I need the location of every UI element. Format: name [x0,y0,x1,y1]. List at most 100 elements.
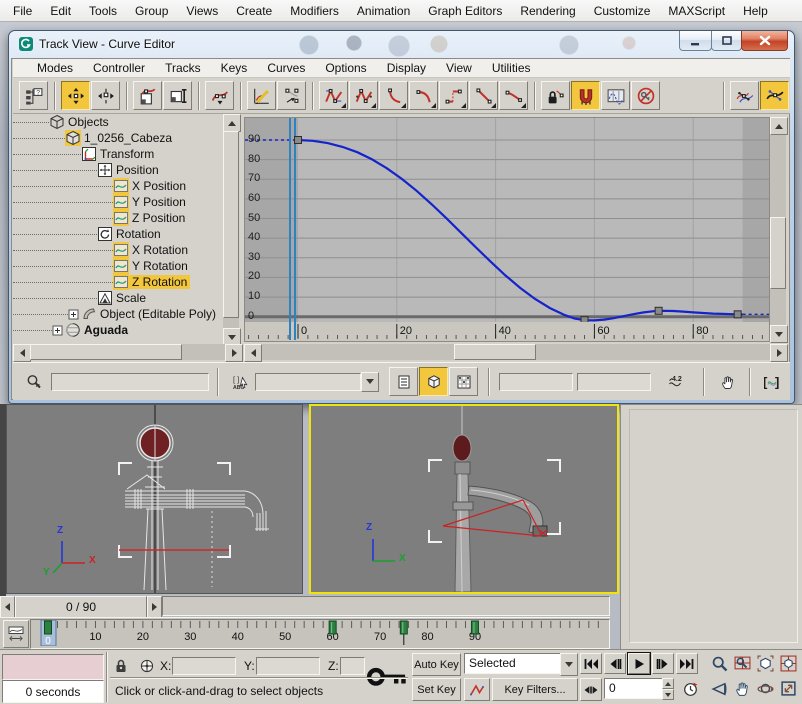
scroll-down-button[interactable] [770,325,788,343]
viewport-perspective-active[interactable]: Z X [309,404,619,594]
next-frame-arrow[interactable] [147,596,162,618]
tree-horizontal-scrollbar[interactable] [13,344,241,360]
maxscript-mini-listener[interactable] [2,654,104,680]
tree-row-z-rotation[interactable]: Z Rotation [13,274,223,290]
track-view-window[interactable]: Track View - Curve Editor ModesControlle… [8,30,795,404]
tree-row-y-position[interactable]: Y Position [13,194,223,210]
cue-menu-modes[interactable]: Modes [27,60,83,76]
play-button[interactable] [628,653,650,674]
time-tag[interactable]: 0 seconds [2,680,104,703]
tree-row-x-rotation[interactable]: X Rotation [13,242,223,258]
tree-vertical-scrollbar[interactable] [223,114,239,344]
dope-sheet-mode-button[interactable] [449,367,478,396]
pan-button[interactable] [713,369,743,395]
scale-values-button[interactable] [163,81,192,110]
filters-button[interactable]: ? [19,81,48,110]
scroll-thumb[interactable] [30,344,182,360]
menu-views[interactable]: Views [177,2,227,20]
scroll-left-button[interactable] [13,344,31,362]
move-keys-button[interactable] [61,81,90,110]
track-bar-ruler[interactable]: 1020304050607080900 [30,619,610,649]
menu-group[interactable]: Group [126,2,177,20]
lock-tangents-button[interactable] [760,81,789,110]
tree-row-x-position[interactable]: X Position [13,178,223,194]
curves-mode-button[interactable] [419,367,448,396]
current-frame-field[interactable]: 0 [604,678,666,699]
absolute-mode-toggle[interactable] [138,656,156,676]
go-to-end-button[interactable] [676,653,698,674]
zoom-button[interactable] [708,653,730,674]
menu-tools[interactable]: Tools [80,2,126,20]
cue-menu-options[interactable]: Options [315,60,376,76]
scroll-right-button[interactable] [770,344,788,362]
scroll-thumb[interactable] [454,344,536,360]
key-mode-toggle[interactable] [580,678,602,701]
graph-horizontal-scrollbar[interactable] [244,344,786,360]
graph-vertical-scrollbar[interactable] [770,117,786,341]
set-key-button[interactable]: Set Key [412,678,461,701]
maximize-viewport-toggle-button[interactable] [777,678,799,699]
tree-expander-icon[interactable] [68,309,79,320]
previous-frame-arrow[interactable] [0,596,15,618]
scroll-up-button[interactable] [770,117,788,135]
menu-maxscript[interactable]: MAXScript [659,2,734,20]
time-slider-track[interactable] [162,596,610,616]
zoom-extents-button[interactable] [754,653,776,674]
set-tangents-custom-button[interactable] [349,81,378,110]
previous-frame-button[interactable] [604,653,626,674]
scroll-left-button[interactable] [244,344,262,362]
tree-row-scale[interactable]: Scale [13,290,223,306]
name-filter-dropdown-button[interactable] [361,372,379,392]
time-ruler[interactable]: 020406080 [244,322,770,342]
curve-plot[interactable]: 0102030405060708090 [244,117,770,323]
select-by-name-icon[interactable]: [ ]ABC [227,369,255,395]
tree-row-transform[interactable]: Transform [13,146,223,162]
default-tangent-button[interactable] [464,678,490,701]
z-coordinate-field[interactable] [340,657,365,675]
lock-selection-button[interactable] [541,81,570,110]
tree-row-z-position[interactable]: Z Position [13,210,223,226]
snap-frames-button[interactable] [571,81,600,110]
scroll-thumb[interactable] [770,217,786,289]
cue-menu-keys[interactable]: Keys [211,60,258,76]
scroll-thumb[interactable] [223,131,239,318]
edit-keys-mode-button[interactable] [389,367,418,396]
show-tangents-button[interactable] [730,81,759,110]
viewport-front-wireframe[interactable]: Z X Y [6,404,303,594]
add-keys-button[interactable] [205,81,234,110]
set-tangents-linear-button[interactable] [469,81,498,110]
slide-keys-button[interactable] [91,81,120,110]
cue-menu-utilities[interactable]: Utilities [482,60,541,76]
param-curve-out-of-range-button[interactable] [601,81,630,110]
selection-lock-toggle[interactable] [112,656,130,676]
zoom-extents-all-button[interactable] [777,653,799,674]
field-of-view-button[interactable] [708,678,730,699]
cue-menu-view[interactable]: View [436,60,482,76]
key-stats-icon[interactable] [21,369,47,395]
y-coordinate-field[interactable] [256,657,320,675]
scale-keys-button[interactable] [133,81,162,110]
key-time-field[interactable] [499,373,573,391]
zoom-region-button[interactable]: [] [757,369,787,395]
cue-menu-tracks[interactable]: Tracks [155,60,211,76]
orbit-button[interactable] [754,678,776,699]
tree-row-object-editable-poly-[interactable]: Object (Editable Poly) [13,306,223,322]
tree-row-rotation[interactable]: Rotation [13,226,223,242]
window-titlebar[interactable]: Track View - Curve Editor [9,31,794,58]
cue-menu-controller[interactable]: Controller [83,60,155,76]
selection-set-dropdown-button[interactable] [560,653,578,676]
maximize-button[interactable] [711,31,742,51]
set-tangents-step-button[interactable] [439,81,468,110]
menu-graph-editors[interactable]: Graph Editors [419,2,511,20]
selection-set-dropdown[interactable]: Selected [464,653,566,674]
draw-curves-button[interactable] [247,81,276,110]
set-tangents-fast-button[interactable] [379,81,408,110]
menu-help[interactable]: Help [734,2,777,20]
menu-customize[interactable]: Customize [585,2,660,20]
key-stats-field[interactable] [51,373,209,391]
x-coordinate-field[interactable] [172,657,236,675]
show-keyable-icons-button[interactable] [631,81,660,110]
controller-tree[interactable]: Objects1_0256_CabezaTransformPositionX P… [13,114,223,344]
open-mini-curve-editor-button[interactable] [3,620,29,648]
key-value-field[interactable] [577,373,651,391]
